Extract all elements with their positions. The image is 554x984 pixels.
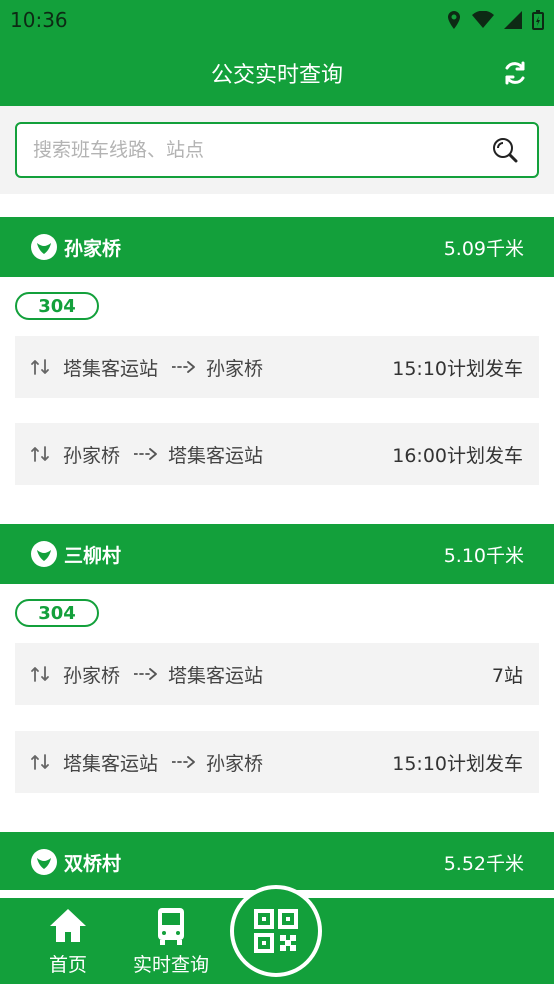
swap-direction-icon — [31, 446, 49, 462]
arrow-right-icon — [134, 668, 157, 680]
battery-icon — [532, 10, 544, 30]
trip-from: 孙家桥 — [63, 664, 121, 687]
trip-row[interactable]: 塔集客运站 孙家桥 15:10计划发车 — [15, 336, 539, 398]
swap-direction-icon — [31, 359, 49, 375]
location-pin-icon — [31, 234, 57, 260]
bus-icon — [158, 907, 184, 945]
trip-to: 塔集客运站 — [168, 444, 264, 467]
location-icon — [448, 11, 460, 29]
station-name: 三柳村 — [64, 544, 122, 567]
nav-label-home: 首页 — [48, 953, 87, 976]
trip-row[interactable]: 塔集客运站 孙家桥 15:10计划发车 — [15, 731, 539, 793]
station-distance: 5.09千米 — [443, 237, 524, 260]
signal-icon — [504, 11, 522, 29]
search-box[interactable] — [15, 122, 539, 178]
arrow-right-icon — [172, 756, 195, 768]
arrow-right-icon — [134, 448, 157, 460]
station-header[interactable]: 孙家桥 5.09千米 — [0, 217, 554, 277]
trip-to: 孙家桥 — [206, 357, 264, 380]
location-pin-icon — [31, 849, 57, 875]
station-header[interactable]: 双桥村 5.52千米 — [0, 832, 554, 892]
trip-status: 15:10计划发车 — [392, 752, 523, 775]
swap-direction-icon — [31, 666, 49, 682]
status-bar: 10:36 — [0, 0, 554, 40]
qr-scan-button[interactable] — [230, 885, 322, 977]
trip-row[interactable]: 孙家桥 塔集客运站 16:00计划发车 — [15, 423, 539, 485]
qr-code-icon — [254, 909, 298, 953]
route-badge[interactable]: 304 — [15, 599, 99, 627]
app-bar: 公交实时查询 — [0, 40, 554, 106]
trip-to: 塔集客运站 — [168, 664, 264, 687]
trip-status: 16:00计划发车 — [392, 444, 523, 467]
refresh-icon[interactable] — [502, 60, 528, 86]
search-input[interactable] — [33, 124, 473, 176]
trip-from: 孙家桥 — [63, 444, 121, 467]
search-area — [0, 106, 554, 194]
station-distance: 5.52千米 — [443, 852, 524, 875]
wifi-icon — [472, 11, 494, 28]
page-title: 公交实时查询 — [210, 63, 343, 88]
station-distance: 5.10千米 — [443, 544, 524, 567]
trip-from: 塔集客运站 — [63, 752, 159, 775]
status-time: 10:36 — [10, 8, 68, 32]
status-icons — [446, 10, 544, 30]
arrow-right-icon — [172, 361, 195, 373]
trip-status: 15:10计划发车 — [392, 357, 523, 380]
search-icon[interactable] — [491, 136, 519, 164]
location-pin-icon — [31, 541, 57, 567]
trip-to: 孙家桥 — [206, 752, 264, 775]
station-header[interactable]: 三柳村 5.10千米 — [0, 524, 554, 584]
trip-from: 塔集客运站 — [63, 357, 159, 380]
station-name: 孙家桥 — [64, 237, 122, 260]
trip-status: 7站 — [491, 664, 523, 687]
home-icon — [50, 908, 86, 942]
nav-item-home[interactable]: 首页 — [28, 898, 108, 984]
nav-item-realtime[interactable]: 实时查询 — [126, 898, 216, 984]
nav-label-realtime: 实时查询 — [132, 953, 209, 976]
route-badge[interactable]: 304 — [15, 292, 99, 320]
swap-direction-icon — [31, 754, 49, 770]
trip-row[interactable]: 孙家桥 塔集客运站 7站 — [15, 643, 539, 705]
station-name: 双桥村 — [64, 852, 122, 875]
